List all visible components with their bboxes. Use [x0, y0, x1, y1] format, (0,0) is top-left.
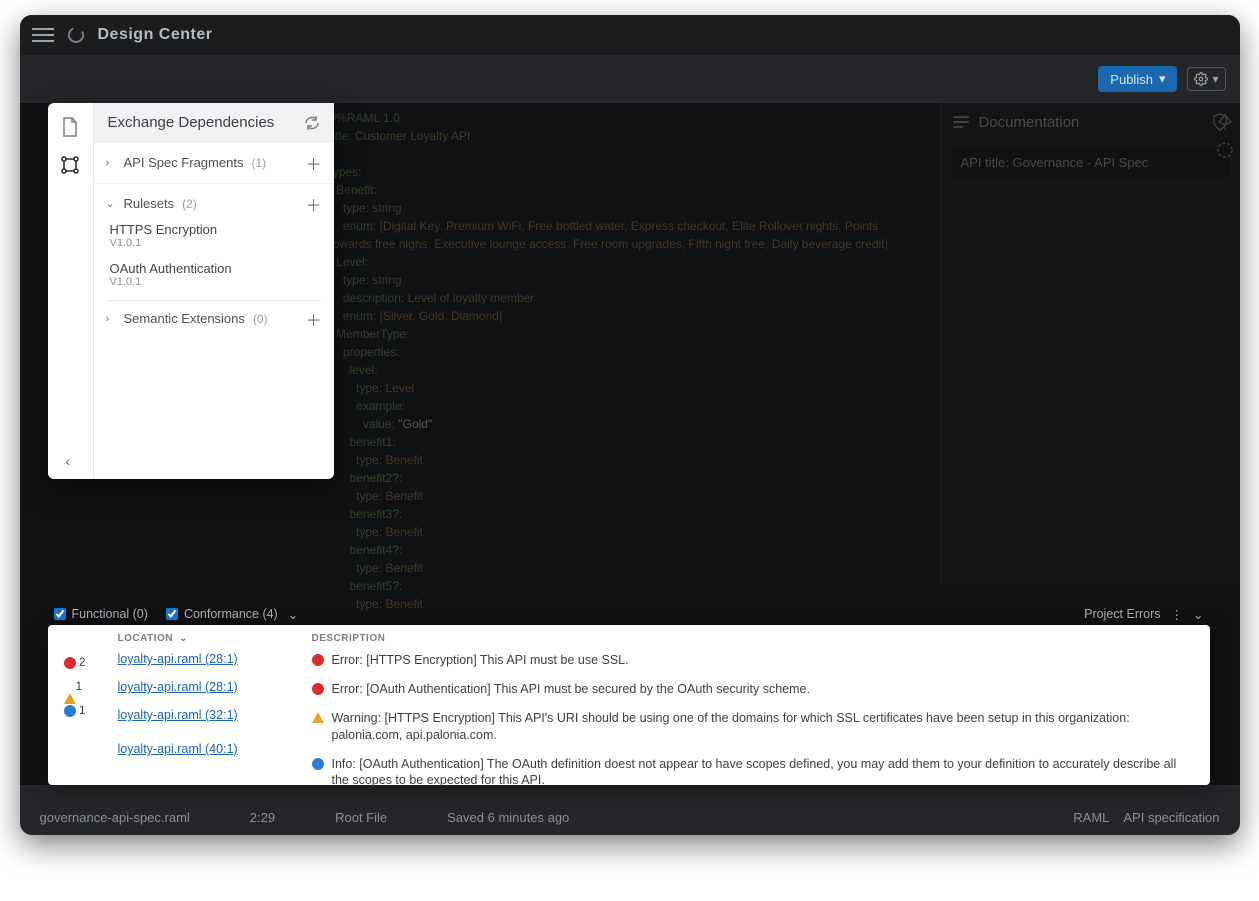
section-label: Rulesets — [124, 196, 175, 211]
problem-description: Warning: [HTTPS Encryption] This API's U… — [332, 710, 1194, 744]
app-window: Design Center Publish ▾ ▾ #%RAML 1.0 tit… — [20, 15, 1240, 835]
popover-title: Exchange Dependencies — [108, 113, 275, 133]
ruleset-version: V1.0.1 — [110, 237, 322, 249]
chevron-right-icon: › — [106, 157, 116, 169]
add-fragment-button[interactable]: ＋ — [305, 151, 321, 175]
toggle-rulesets[interactable]: ⌄ Rulesets (2) ＋ — [106, 192, 322, 216]
top-toolbar: Publish ▾ ▾ — [20, 55, 1240, 103]
error-count: 2 — [79, 655, 86, 669]
description-header: DESCRIPTION — [312, 633, 1194, 650]
ruleset-name: HTTPS Encryption — [110, 222, 322, 237]
toggle-api-spec-fragments[interactable]: › API Spec Fragments (1) ＋ — [106, 151, 322, 175]
documentation-title: Documentation — [979, 114, 1080, 131]
app-logo-icon — [66, 25, 86, 45]
location-link[interactable]: loyalty-api.raml (28:1) — [118, 650, 288, 678]
section-count: (0) — [253, 312, 268, 326]
section-label: Semantic Extensions — [124, 311, 245, 326]
gear-icon — [1194, 72, 1208, 86]
add-ruleset-button[interactable]: ＋ — [305, 192, 321, 216]
location-link[interactable]: loyalty-api.raml (32:1) — [118, 706, 288, 734]
status-saved: Saved 6 minutes ago — [447, 810, 569, 825]
status-file: governance-api-spec.raml — [40, 810, 190, 825]
section-count: (2) — [182, 197, 197, 211]
popover-rail — [48, 103, 94, 479]
location-link[interactable]: loyalty-api.raml (40:1) — [118, 734, 288, 768]
functional-check-input[interactable] — [54, 608, 66, 620]
settings-button[interactable]: ▾ — [1187, 67, 1225, 91]
ruleset-item[interactable]: OAuth Authentication V1.0.1 — [106, 255, 322, 294]
refresh-icon[interactable] — [304, 115, 320, 131]
error-dot-icon — [312, 683, 324, 695]
status-pos: 2:29 — [250, 810, 275, 825]
problem-row[interactable]: Error: [HTTPS Encryption] This API must … — [312, 650, 1194, 679]
problem-row[interactable]: Error: [OAuth Authentication] This API m… — [312, 679, 1194, 708]
problem-description: Error: [HTTPS Encryption] This API must … — [332, 652, 629, 669]
info-dot-icon — [64, 705, 76, 717]
problem-description: Error: [OAuth Authentication] This API m… — [332, 681, 810, 698]
problem-row[interactable]: Warning: [HTTPS Encryption] This API's U… — [312, 708, 1194, 754]
doc-toggle-icon[interactable] — [953, 115, 969, 129]
toggle-semantic-extensions[interactable]: › Semantic Extensions (0) ＋ — [106, 307, 322, 331]
status-root: Root File — [335, 810, 387, 825]
error-dot-icon — [64, 657, 76, 669]
chevron-down-icon: ⌄ — [179, 633, 188, 644]
exchange-dependencies-popover: Exchange Dependencies › API Spec Fragmen… — [48, 103, 334, 479]
chevron-down-icon: ▾ — [1212, 72, 1218, 86]
problems-body: 2 1 1 LOCATION ⌄ loyalty-api.raml (28:1)… — [48, 625, 1210, 785]
chevron-right-icon: › — [106, 313, 116, 325]
project-errors-label[interactable]: Project Errors — [1084, 607, 1160, 621]
warning-triangle-icon — [312, 712, 324, 723]
section-api-spec-fragments: › API Spec Fragments (1) ＋ — [94, 143, 334, 184]
chevron-down-icon: ⌄ — [288, 607, 298, 622]
activity-icon[interactable] — [1216, 141, 1234, 159]
api-title-card[interactable]: API title: Governance - API Spec — [951, 147, 1230, 178]
app-title: Design Center — [98, 26, 213, 44]
functional-checkbox[interactable]: Functional (0) — [54, 607, 148, 621]
collapse-popover-button[interactable]: ‹ — [66, 453, 71, 469]
dependencies-icon[interactable] — [60, 155, 80, 175]
description-column: DESCRIPTION Error: [HTTPS Encryption] Th… — [312, 633, 1194, 771]
info-count: 1 — [79, 703, 86, 717]
conformance-checkbox[interactable]: Conformance (4) ⌄ — [166, 607, 298, 622]
file-icon[interactable] — [61, 117, 79, 137]
status-spec: API specification — [1123, 810, 1219, 825]
location-header[interactable]: LOCATION ⌄ — [118, 633, 288, 650]
statusbar: governance-api-spec.raml 2:29 Root File … — [20, 799, 1240, 835]
problems-tabs: Functional (0) Conformance (4) ⌄ Project… — [48, 603, 1210, 625]
functional-label: Functional (0) — [72, 607, 148, 621]
bookmark-icon[interactable] — [1216, 113, 1234, 131]
conformance-check-input[interactable] — [166, 608, 178, 620]
add-semantic-button[interactable]: ＋ — [305, 307, 321, 331]
ruleset-name: OAuth Authentication — [110, 261, 322, 276]
section-count: (1) — [251, 156, 266, 170]
menu-icon[interactable] — [32, 24, 54, 46]
documentation-panel: Documentation API title: Governance - AP… — [940, 103, 1240, 585]
location-column: LOCATION ⌄ loyalty-api.raml (28:1) loyal… — [118, 633, 288, 771]
chevron-down-icon: ⌄ — [106, 197, 116, 210]
topbar: Design Center — [20, 15, 1240, 55]
section-label: API Spec Fragments — [124, 155, 244, 170]
warning-triangle-icon — [64, 679, 76, 704]
severity-counts: 2 1 1 — [64, 633, 94, 771]
error-dot-icon — [312, 654, 324, 666]
chevron-down-icon: ▾ — [1159, 71, 1166, 87]
conformance-label: Conformance (4) — [184, 607, 278, 621]
publish-button[interactable]: Publish ▾ — [1098, 66, 1177, 92]
chevron-down-icon[interactable]: ⌄ — [1193, 607, 1203, 622]
location-link[interactable]: loyalty-api.raml (28:1) — [118, 678, 288, 706]
more-icon[interactable]: ⋮ — [1171, 607, 1184, 622]
api-title-text: API title: Governance - API Spec — [961, 155, 1149, 170]
section-rulesets: ⌄ Rulesets (2) ＋ HTTPS Encryption V1.0.1… — [94, 184, 334, 479]
warning-count: 1 — [76, 679, 83, 693]
popover-title-row: Exchange Dependencies — [94, 103, 334, 143]
problems-panel: Functional (0) Conformance (4) ⌄ Project… — [48, 603, 1210, 785]
publish-button-label: Publish — [1110, 72, 1153, 87]
status-lang: RAML — [1073, 810, 1109, 825]
problem-row[interactable]: Info: [OAuth Authentication] The OAuth d… — [312, 754, 1194, 800]
info-dot-icon — [312, 758, 324, 770]
ruleset-version: V1.0.1 — [110, 276, 322, 288]
ruleset-item[interactable]: HTTPS Encryption V1.0.1 — [106, 216, 322, 255]
problem-description: Info: [OAuth Authentication] The OAuth d… — [332, 756, 1194, 790]
